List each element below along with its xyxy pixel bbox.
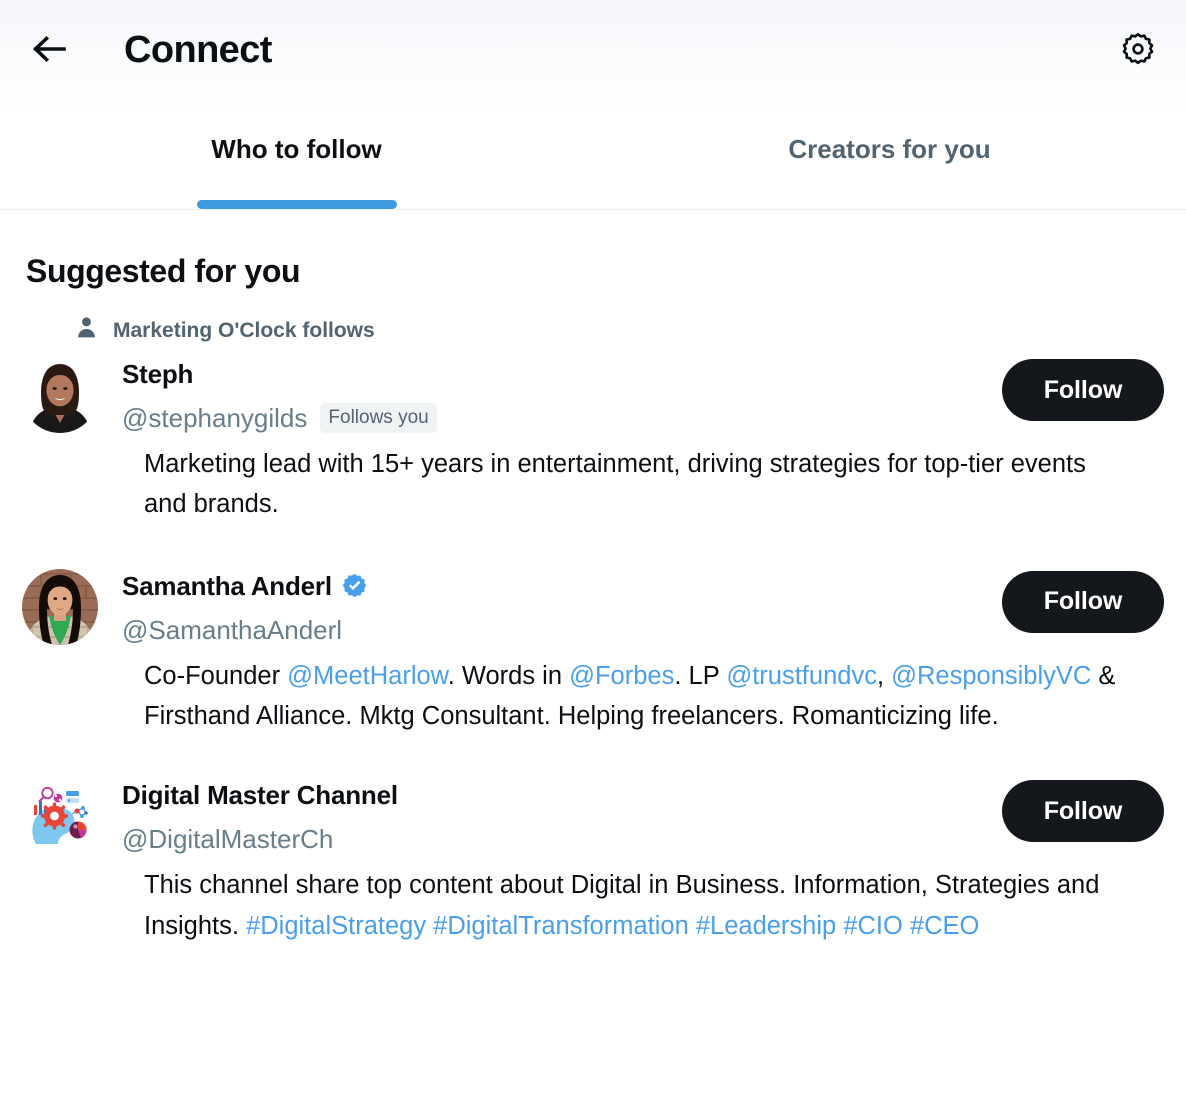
bio-segment: Co-Founder <box>144 661 288 690</box>
avatar-column <box>22 567 100 645</box>
handle-line: @SamanthaAnderl <box>122 613 984 647</box>
app-header: Connect <box>0 0 1186 100</box>
social-context-label: Marketing O'Clock follows <box>113 318 375 342</box>
bio-segment <box>903 912 910 940</box>
user-handle[interactable]: @stephanygilds <box>122 405 307 431</box>
avatar-photo-samantha <box>22 568 98 645</box>
tab-active-underline <box>196 200 397 209</box>
person-icon <box>74 315 99 345</box>
follow-button[interactable]: Follow <box>1002 780 1164 843</box>
bio-mention-link[interactable]: @MeetHarlow <box>287 662 448 690</box>
follows-you-badge: Follows you <box>320 403 437 434</box>
handle-line: @DigitalMasterCh <box>122 822 984 856</box>
suggestion-row: Digital Master Channel @DigitalMasterCh … <box>22 776 1164 856</box>
user-bio: This channel share top content about Dig… <box>22 865 1164 946</box>
user-bio: Co-Founder @MeetHarlow. Words in @Forbes… <box>22 656 1164 737</box>
connect-page: Connect Who to follow Creators for you S… <box>0 0 1186 1098</box>
follow-button[interactable]: Follow <box>1002 359 1164 422</box>
avatar-column <box>22 776 100 855</box>
handle-line: @stephanygilds Follows you <box>122 401 984 435</box>
avatar[interactable] <box>22 778 98 855</box>
tab-who-to-follow[interactable]: Who to follow <box>0 100 593 209</box>
user-bio: Marketing lead with 15+ years in enterta… <box>22 444 1164 525</box>
tab-who-to-follow-label: Who to follow <box>211 133 382 164</box>
name-line: Samantha Anderl <box>122 567 984 605</box>
name-line: Digital Master Channel <box>122 776 984 814</box>
display-name[interactable]: Steph <box>122 361 193 387</box>
gear-icon <box>1121 32 1155 69</box>
bio-hashtag-link[interactable]: #CIO <box>843 912 903 940</box>
bio-hashtag-link[interactable]: #DigitalTransformation <box>433 912 689 940</box>
tab-creators-for-you[interactable]: Creators for you <box>593 100 1186 209</box>
bio-segment: . Words in <box>447 661 570 690</box>
identity-column: Digital Master Channel @DigitalMasterCh <box>100 776 984 856</box>
user-handle[interactable]: @SamanthaAnderl <box>122 617 342 643</box>
verified-badge-icon <box>341 572 368 599</box>
bio-hashtag-link[interactable]: #CEO <box>910 912 979 940</box>
page-title: Connect <box>124 29 272 71</box>
tab-creators-for-you-label: Creators for you <box>788 133 991 164</box>
follow-button[interactable]: Follow <box>1002 570 1164 633</box>
arrow-left-icon <box>32 34 66 67</box>
bio-segment: , <box>876 661 892 690</box>
user-handle[interactable]: @DigitalMasterCh <box>122 826 333 852</box>
avatar[interactable] <box>22 357 98 434</box>
suggestion-row: Steph @stephanygilds Follows you Follow <box>22 355 1164 435</box>
list-gap <box>0 525 1186 567</box>
suggestion-list: Marketing O'Clock follows Steph @stephan… <box>0 289 1186 946</box>
bio-hashtag-link[interactable]: #Leadership <box>696 912 836 940</box>
bio-mention-link[interactable]: @Forbes <box>569 662 674 690</box>
suggestion-row: Samantha Anderl @SamanthaAnderl Follow <box>22 567 1164 647</box>
display-name[interactable]: Samantha Anderl <box>122 573 332 599</box>
avatar-logo-digital-master-channel <box>22 778 98 855</box>
avatar-column <box>22 355 100 434</box>
settings-button[interactable] <box>1112 24 1164 76</box>
bio-segment <box>689 912 696 940</box>
back-button[interactable] <box>24 25 74 75</box>
identity-column: Samantha Anderl @SamanthaAnderl <box>100 567 984 647</box>
suggestion-item[interactable]: Digital Master Channel @DigitalMasterCh … <box>0 776 1186 946</box>
suggestion-item[interactable]: Samantha Anderl @SamanthaAnderl Follow C… <box>0 567 1186 737</box>
bio-segment: . LP <box>674 661 727 690</box>
bio-hashtag-link[interactable]: #DigitalStrategy <box>246 912 426 940</box>
section-title: Suggested for you <box>26 253 301 289</box>
avatar-photo-steph <box>22 357 98 434</box>
identity-column: Steph @stephanygilds Follows you <box>100 355 984 435</box>
bio-mention-link[interactable]: @ResponsiblyVC <box>891 662 1091 690</box>
bio-mention-link[interactable]: @trustfundvc <box>726 662 877 690</box>
suggestion-item[interactable]: Marketing O'Clock follows Steph @stephan… <box>0 311 1186 525</box>
social-context: Marketing O'Clock follows <box>22 311 1164 349</box>
tab-bar: Who to follow Creators for you <box>0 100 1186 210</box>
display-name[interactable]: Digital Master Channel <box>122 782 398 808</box>
avatar[interactable] <box>22 568 98 645</box>
list-gap <box>0 736 1186 776</box>
bio-segment: Marketing lead with 15+ years in enterta… <box>144 450 1086 519</box>
name-line: Steph <box>122 355 984 393</box>
